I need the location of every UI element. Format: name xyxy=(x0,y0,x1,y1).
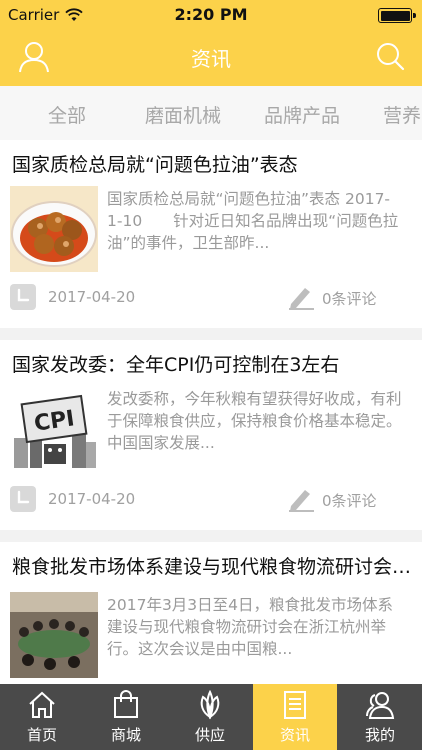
app-screen: Carrier 2:20 PM 资讯 全部 磨面机械 品牌产品 营养 国家质检总… xyxy=(0,0,422,750)
clock-icon xyxy=(10,486,36,512)
article-title[interactable]: 国家发改委：全年CPI仍可控制在3左右 xyxy=(12,350,412,377)
news-feed[interactable]: 国家质检总局就“问题色拉油”表态 国家质检总局就“问题色拉油”表态 2017-1… xyxy=(0,140,422,684)
article-title[interactable]: 粮食批发市场体系建设与现代粮食物流研讨会在浙江杭州举行 xyxy=(12,552,412,579)
tab-label: 供应 xyxy=(194,726,225,744)
tab-milling-machinery[interactable]: 磨面机械 xyxy=(145,101,221,128)
document-icon xyxy=(284,691,306,719)
article-summary: 发改委称，今年秋粮有望获得好收成，有利于保障粮食供应，保持粮食价格基本稳定。 中… xyxy=(107,390,405,452)
tab-mall[interactable]: 商城 xyxy=(84,684,168,750)
tab-label: 我的 xyxy=(364,726,395,744)
comment-pencil-icon[interactable] xyxy=(287,284,315,310)
tab-home[interactable]: 首页 xyxy=(0,684,84,750)
article-date: 2017-04-20 xyxy=(48,288,136,306)
tab-news[interactable]: 资讯 xyxy=(253,684,337,750)
article-card[interactable]: 国家发改委：全年CPI仍可控制在3左右 CPI 发改委称，今年秋粮有望获得好收成… xyxy=(0,340,422,530)
tab-supply[interactable]: 供应 xyxy=(168,684,252,750)
article-meta: 2017-04-20 0条评论 xyxy=(10,486,410,514)
tab-label: 首页 xyxy=(26,726,57,744)
bottom-tab-bar: 首页 商城 供应 资讯 我的 xyxy=(0,684,422,750)
users-icon xyxy=(366,692,395,719)
tab-all[interactable]: 全部 xyxy=(48,101,86,128)
tab-label: 商城 xyxy=(110,726,141,744)
comment-pencil-icon[interactable] xyxy=(287,486,315,512)
article-card[interactable]: 国家质检总局就“问题色拉油”表态 国家质检总局就“问题色拉油”表态 2017-1… xyxy=(0,140,422,328)
article-title[interactable]: 国家质检总局就“问题色拉油”表态 xyxy=(12,150,412,177)
comment-count[interactable]: 0条评论 xyxy=(322,288,377,309)
article-thumbnail xyxy=(10,186,98,272)
article-date: 2017-04-20 xyxy=(48,490,136,508)
article-thumbnail: CPI xyxy=(10,386,98,472)
article-meta: 2017-04-20 0条评论 xyxy=(10,284,410,312)
article-card[interactable]: 粮食批发市场体系建设与现代粮食物流研讨会在浙江杭州举行 2017年3月3日至4日… xyxy=(0,542,422,684)
category-tabs: 全部 磨面机械 品牌产品 营养 xyxy=(0,86,422,140)
article-summary: 2017年3月3日至4日，粮食批发市场体系建设与现代粮食物流研讨会在浙江杭州举行… xyxy=(107,596,394,658)
article-summary: 国家质检总局就“问题色拉油”表态 2017-1-10 针对近日知名品牌出现“问题… xyxy=(107,190,399,252)
tab-mine[interactable]: 我的 xyxy=(338,684,422,750)
clock-time: 2:20 PM xyxy=(174,5,248,24)
navigation-bar: 资讯 xyxy=(0,30,422,86)
tab-brand-products[interactable]: 品牌产品 xyxy=(264,101,340,128)
leaf-icon xyxy=(200,690,220,720)
battery-icon xyxy=(378,8,416,23)
status-bar: Carrier 2:20 PM xyxy=(0,0,422,30)
tab-nutrition[interactable]: 营养 xyxy=(383,101,421,128)
tab-label: 资讯 xyxy=(279,726,310,744)
search-icon[interactable] xyxy=(374,40,406,74)
article-thumbnail xyxy=(10,592,98,678)
shopping-bag-icon xyxy=(114,690,138,718)
clock-icon xyxy=(10,284,36,310)
page-title: 资讯 xyxy=(191,47,231,71)
comment-count[interactable]: 0条评论 xyxy=(322,490,377,511)
home-icon xyxy=(29,691,55,718)
